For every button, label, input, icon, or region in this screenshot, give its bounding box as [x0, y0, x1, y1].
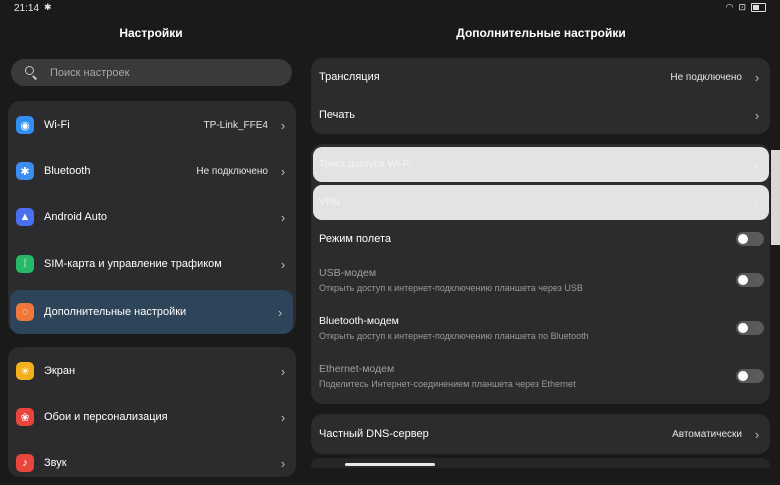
airplane-mode-row[interactable]: Режим полета	[311, 224, 770, 254]
battery-saver-icon: ⊡	[738, 2, 746, 12]
wallpaper-icon: ❀	[16, 408, 34, 426]
ethernet-modem-subtitle: Поделитесь Интернет-соединением планшета…	[319, 379, 576, 389]
cast-row[interactable]: Трансляция Не подключено ›	[311, 58, 770, 96]
sidebar-item-label: SIM-карта и управление трафиком	[44, 258, 222, 270]
print-row[interactable]: Печать ›	[311, 96, 770, 134]
bluetooth-modem-toggle[interactable]	[736, 321, 764, 335]
ethernet-modem-text: Ethernet-модем Поделитесь Интернет-соеди…	[319, 363, 736, 389]
settings-group-network: Точка доступа Wi-Fi › VPN › Режим полета…	[311, 144, 770, 404]
settings-group-dns: Частный DNS-сервер Автоматически ›	[311, 414, 770, 454]
wifi-network-value: TP-Link_FFE4	[203, 119, 268, 131]
chevron-right-icon: ›	[280, 256, 286, 272]
chevron-right-icon: ›	[280, 163, 286, 179]
chevron-right-icon: ›	[754, 69, 760, 85]
bluetooth-modem-text: Bluetooth-модем Открыть доступ к интерне…	[319, 315, 736, 341]
bluetooth-modem-subtitle: Открыть доступ к интернет-подключению пл…	[319, 331, 589, 341]
more-settings-icon: ◌	[16, 303, 34, 321]
sidebar-item-label: Звук	[44, 457, 67, 469]
ethernet-modem-title: Ethernet-модем	[319, 363, 395, 375]
sidebar-item-label: Bluetooth	[44, 165, 91, 177]
chevron-right-icon: ›	[280, 455, 286, 471]
page-title: Настройки	[119, 26, 183, 40]
sidebar-item-bluetooth[interactable]: ✱ Bluetooth Не подключено ›	[8, 149, 296, 193]
private-dns-value: Автоматически	[672, 428, 742, 440]
chevron-right-icon: ›	[754, 426, 760, 442]
chevron-right-icon: ›	[277, 304, 283, 320]
print-label: Печать	[319, 109, 356, 121]
search-icon	[24, 65, 40, 81]
private-dns-label: Частный DNS-сервер	[319, 428, 429, 440]
chevron-right-icon: ›	[280, 117, 286, 133]
airplane-mode-label: Режим полета	[319, 233, 392, 245]
sidebar-item-sound[interactable]: ♪ Звук ›	[8, 441, 296, 485]
wifi-icon: ◉	[16, 116, 34, 134]
sidebar-item-label: Дополнительные настройки	[44, 306, 187, 318]
settings-group-personalization: ☀ Экран › ❀ Обои и персонализация › ♪ Зв…	[8, 347, 296, 477]
sidebar-item-label: Wi-Fi	[44, 119, 70, 131]
sound-icon: ♪	[16, 454, 34, 472]
airplane-mode-toggle[interactable]	[736, 232, 764, 246]
chevron-right-icon: ›	[280, 209, 286, 225]
bluetooth-icon: ✱	[44, 2, 52, 12]
settings-group-connectivity: ◉ Wi-Fi TP-Link_FFE4 › ✱ Bluetooth Не по…	[8, 101, 296, 334]
chevron-right-icon: ›	[753, 195, 759, 210]
chevron-right-icon: ›	[280, 409, 286, 425]
scroll-edge	[771, 150, 780, 245]
search-input[interactable]: Поиск настроек	[11, 59, 292, 86]
sidebar-item-android-auto[interactable]: ▲ Android Auto ›	[8, 195, 296, 239]
vpn-label: VPN	[319, 197, 340, 208]
status-bar: 21:14 ✱ ◠ ⊡ b	[0, 0, 780, 16]
bluetooth-modem-row[interactable]: Bluetooth-модем Открыть доступ к интерне…	[311, 308, 770, 348]
bluetooth-icon: ✱	[16, 162, 34, 180]
bluetooth-status-value: Не подключено	[196, 165, 268, 177]
sidebar-item-label: Экран	[44, 365, 76, 377]
sim-icon: ⁞	[16, 255, 34, 273]
android-auto-icon: ▲	[16, 208, 34, 226]
wifi-icon: ◠	[725, 2, 734, 12]
status-time: 21:14	[14, 3, 40, 14]
settings-group-cast-print: Трансляция Не подключено › Печать ›	[311, 58, 770, 134]
battery-icon: b	[751, 3, 766, 12]
sidebar-item-wifi[interactable]: ◉ Wi-Fi TP-Link_FFE4 ›	[8, 103, 296, 147]
sidebar-item-label: Android Auto	[44, 211, 107, 223]
chevron-right-icon: ›	[754, 107, 760, 123]
usb-modem-text: USB-модем Открыть доступ к интернет-подк…	[319, 267, 736, 293]
private-dns-row[interactable]: Частный DNS-сервер Автоматически ›	[311, 414, 770, 454]
hotspot-label: Точка доступа Wi-Fi	[319, 159, 411, 170]
usb-modem-toggle[interactable]	[736, 273, 764, 287]
vpn-row[interactable]: VPN ›	[313, 185, 769, 220]
hotspot-row[interactable]: Точка доступа Wi-Fi ›	[313, 147, 769, 182]
display-icon: ☀	[16, 362, 34, 380]
usb-modem-subtitle: Открыть доступ к интернет-подключению пл…	[319, 283, 583, 293]
sidebar-item-label: Обои и персонализация	[44, 411, 168, 423]
cast-status-value: Не подключено	[670, 71, 742, 83]
chevron-right-icon: ›	[280, 363, 286, 379]
sidebar-item-more-settings[interactable]: ◌ Дополнительные настройки ›	[10, 290, 293, 334]
search-placeholder: Поиск настроек	[50, 66, 130, 79]
sidebar-item-wallpaper[interactable]: ❀ Обои и персонализация ›	[8, 395, 296, 439]
ethernet-modem-toggle[interactable]	[736, 369, 764, 383]
chevron-right-icon: ›	[753, 157, 759, 172]
ethernet-modem-row[interactable]: Ethernet-модем Поделитесь Интернет-соеди…	[311, 356, 770, 396]
usb-modem-row[interactable]: USB-модем Открыть доступ к интернет-подк…	[311, 260, 770, 300]
sidebar-item-display[interactable]: ☀ Экран ›	[8, 349, 296, 393]
status-icons: ◠ ⊡ b	[726, 2, 766, 13]
bluetooth-modem-title: Bluetooth-модем	[319, 315, 399, 327]
detail-title: Дополнительные настройки	[456, 26, 626, 40]
sidebar-item-sim[interactable]: ⁞ SIM-карта и управление трафиком ›	[8, 242, 296, 286]
cast-label: Трансляция	[319, 71, 380, 83]
usb-modem-title: USB-модем	[319, 267, 377, 279]
home-indicator[interactable]	[345, 463, 435, 466]
